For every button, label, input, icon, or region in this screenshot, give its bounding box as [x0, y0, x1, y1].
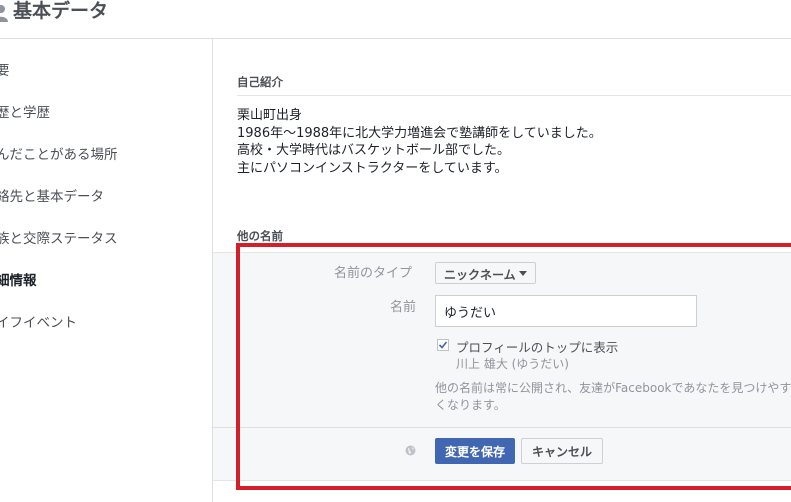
show-on-top-label[interactable]: プロフィールのトップに表示 — [456, 337, 618, 356]
bio-line: 主にパソコンインストラクターをしています。 — [237, 160, 508, 176]
sidebar-item-overview[interactable]: 要 — [0, 59, 10, 79]
visibility-note: 他の名前は常に公開され、友達がFacebookであなたを見つけやす くなります。 — [435, 380, 791, 414]
bio-section-title: 自己紹介 — [237, 75, 283, 89]
person-icon — [0, 5, 8, 22]
chevron-down-icon — [519, 271, 527, 276]
note-line: くなります。 — [435, 398, 506, 412]
sidebar-item-family-relationships[interactable]: 族と交際ステータス — [0, 227, 118, 247]
panel-divider — [213, 427, 791, 428]
note-line: 他の名前は常に公開され、友達がFacebookであなたを見つけやす — [435, 381, 791, 395]
sidebar-item-life-events[interactable]: イフイベント — [0, 311, 77, 331]
sidebar-item-work-education[interactable]: 歴と学歴 — [0, 101, 50, 121]
name-type-value: ニックネーム — [444, 268, 516, 282]
save-changes-button[interactable]: 変更を保存 — [435, 438, 515, 464]
bio-divider — [237, 95, 791, 96]
page-header: 基本データ — [0, 0, 791, 39]
name-type-label: 名前のタイプ — [334, 266, 413, 281]
bio-line: 栗山町出身 — [237, 108, 303, 123]
bio-line: 1986年〜1988年に北大学力増進会で塾講師をしていました。 — [237, 125, 602, 141]
preview-name: 川上 雄大 (ゆうだい) — [456, 357, 569, 371]
sidebar-item-places-lived[interactable]: んだことがある場所 — [0, 143, 118, 163]
other-names-section-title: 他の名前 — [237, 229, 283, 243]
checkmark-icon — [438, 341, 448, 349]
bio-line: 高校・大学時代はバスケットボール部でした。 — [237, 143, 511, 158]
about-page: 基本データ 要 歴と学歴 んだことがある場所 絡先と基本データ 族と交際ステータ… — [0, 0, 791, 502]
name-label: 名前 — [390, 300, 417, 315]
sidebar-item-details[interactable]: 細情報 — [0, 269, 37, 289]
cancel-button[interactable]: キャンセル — [521, 438, 603, 464]
globe-icon[interactable] — [405, 445, 416, 456]
page-title: 基本データ — [13, 0, 109, 22]
about-sidebar: 要 歴と学歴 んだことがある場所 絡先と基本データ 族と交際ステータス 細情報 … — [0, 39, 213, 502]
bio-text: 栗山町出身 1986年〜1988年に北大学力増進会で塾講師をしていました。 高校… — [237, 107, 602, 177]
sidebar-item-contact-basic-info[interactable]: 絡先と基本データ — [0, 185, 104, 205]
name-type-dropdown[interactable]: ニックネーム — [435, 262, 536, 284]
name-input[interactable] — [435, 295, 697, 327]
show-on-top-checkbox[interactable] — [437, 339, 449, 351]
